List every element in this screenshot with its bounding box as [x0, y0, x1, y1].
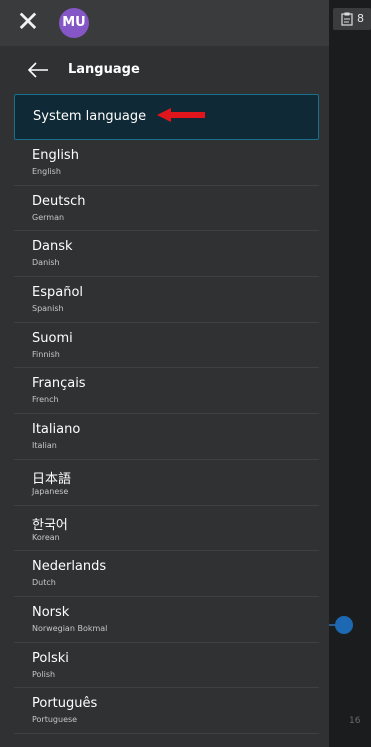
back-arrow-icon[interactable] [26, 60, 50, 80]
bottom-label: 16 [349, 716, 361, 726]
slider-handle[interactable] [335, 616, 353, 634]
language-name: Español [32, 285, 84, 301]
language-item-korean[interactable]: 한국어 Korean [14, 506, 319, 552]
clipboard-icon [341, 12, 353, 26]
close-icon[interactable]: ✕ [16, 8, 40, 36]
language-item-norwegian[interactable]: Norsk Norwegian Bokmal [14, 597, 319, 643]
language-item-italian[interactable]: Italiano Italian [14, 414, 319, 460]
language-name: System language [33, 109, 147, 124]
language-item-finnish[interactable]: Suomi Finnish [14, 323, 319, 369]
language-subtitle: Japanese [32, 486, 69, 496]
language-name: Norsk [32, 604, 70, 620]
background-content-panel: 8 16 [329, 0, 371, 747]
language-name: Italiano [32, 422, 81, 438]
language-item-english[interactable]: English English [14, 140, 319, 186]
avatar[interactable]: MU [59, 8, 89, 38]
language-item-system[interactable]: System language [14, 94, 319, 140]
language-item-spanish[interactable]: Español Spanish [14, 277, 319, 323]
red-annotation-arrow [157, 108, 205, 122]
language-subtitle: English [32, 167, 61, 176]
language-item-polish[interactable]: Polski Polish [14, 643, 319, 689]
language-list: System language English English Deutsch … [0, 94, 329, 734]
language-name: Português [32, 696, 98, 712]
language-subtitle: French [32, 395, 59, 405]
language-name: Polski [32, 650, 69, 666]
language-name: 日本語 [32, 471, 72, 487]
language-subtitle: Finnish [32, 349, 60, 359]
panel-title: Language [68, 62, 140, 77]
language-subtitle: Spanish [32, 304, 64, 314]
language-item-german[interactable]: Deutsch German [14, 186, 319, 232]
language-name: Français [32, 376, 86, 392]
panel-header: Language [0, 46, 329, 94]
language-item-portuguese[interactable]: Português Portuguese [14, 688, 319, 734]
language-name: Deutsch [32, 193, 86, 209]
language-subtitle: Korean [32, 532, 60, 542]
language-item-danish[interactable]: Dansk Danish [14, 231, 319, 278]
language-subtitle: Dutch [32, 578, 56, 588]
language-subtitle: German [32, 212, 65, 222]
language-subtitle: Portuguese [32, 715, 78, 725]
language-subtitle: Italian [32, 441, 57, 451]
language-name: Suomi [32, 330, 73, 346]
language-item-japanese[interactable]: 日本語 Japanese [14, 460, 319, 506]
language-item-french[interactable]: Français French [14, 368, 319, 415]
clipboard-count-badge[interactable]: 8 [333, 8, 371, 30]
language-item-dutch[interactable]: Nederlands Dutch [14, 551, 319, 597]
language-subtitle: Danish [32, 258, 60, 268]
language-name: Dansk [32, 239, 73, 255]
language-panel: Language System language English English… [0, 46, 329, 747]
language-subtitle: Polish [32, 669, 56, 679]
top-bar: ✕ MU [0, 0, 329, 46]
language-name: English [32, 148, 79, 163]
language-subtitle: Norwegian Bokmal [32, 623, 108, 633]
count-label: 8 [357, 12, 364, 25]
language-name: 한국어 [32, 517, 68, 533]
language-name: Nederlands [32, 559, 107, 575]
